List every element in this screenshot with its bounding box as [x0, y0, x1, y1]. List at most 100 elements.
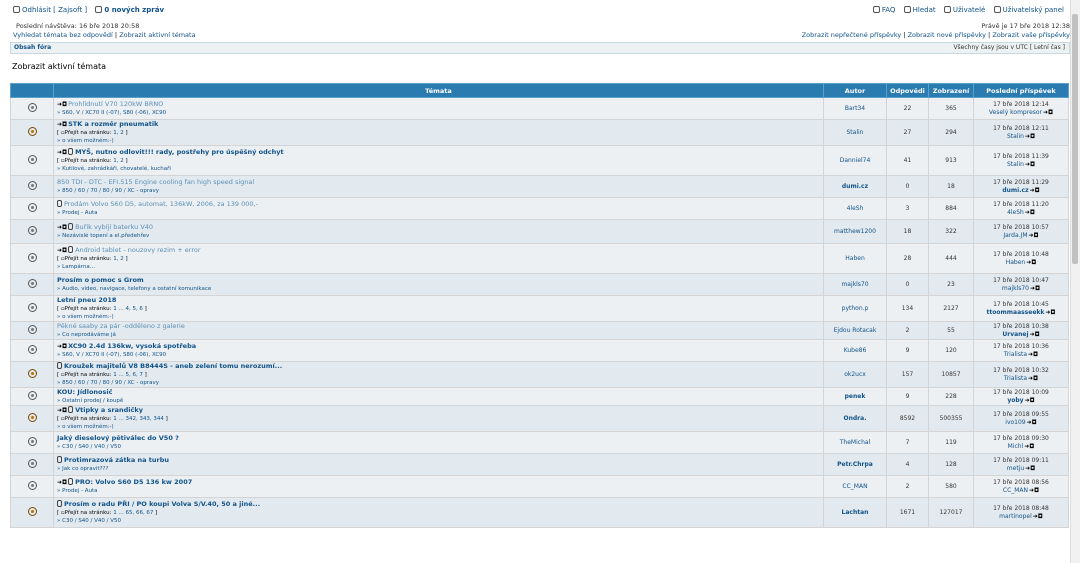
- forum-link[interactable]: » Audio, video, navigace, telefony a ost…: [57, 286, 211, 292]
- search-link[interactable]: Hledat: [903, 6, 936, 14]
- topic-author-link[interactable]: Haben: [823, 243, 887, 274]
- forum-link[interactable]: » Prodej - Auta: [57, 488, 98, 494]
- last-post-author-link[interactable]: yoby: [1007, 397, 1023, 404]
- topic-title-link[interactable]: Letní pneu 2018: [57, 297, 116, 305]
- go-to-newest-post-icon[interactable]: ➜◘: [57, 149, 67, 156]
- new-posts-link[interactable]: Zobrazit nové příspěvky: [908, 31, 986, 39]
- topic-author-link[interactable]: Kube86: [823, 339, 887, 362]
- topic-author-link[interactable]: Ejdou Rotacak: [823, 321, 887, 340]
- topic-title-link[interactable]: Prodám Volvo S60 D5, automat, 136kW, 200…: [64, 200, 258, 208]
- active-topics-link[interactable]: Zobrazit aktivní témata: [119, 31, 195, 39]
- forum-link[interactable]: » Co neprodáváme já: [57, 332, 116, 338]
- topic-title-link[interactable]: PRO: Volvo S60 D5 136 kw 2007: [75, 478, 192, 486]
- topic-title-link[interactable]: Vtipky a srandičky: [75, 407, 143, 415]
- view-latest-post-icon[interactable]: ➜◘: [1025, 133, 1035, 140]
- view-latest-post-icon[interactable]: ➜◘: [1029, 487, 1039, 494]
- last-post-author-link[interactable]: martinopel: [999, 513, 1032, 520]
- go-to-newest-post-icon[interactable]: ➜◘: [57, 407, 67, 414]
- last-post-author-link[interactable]: Michl: [1008, 443, 1024, 450]
- last-post-author-link[interactable]: Stalin: [1007, 133, 1024, 140]
- last-post-author-link[interactable]: dumi.cz: [1002, 187, 1028, 194]
- topic-title-link[interactable]: Prosím o radu PŘI / PO koupi Volva S/V.4…: [64, 500, 260, 508]
- last-post-author-link[interactable]: ivo109: [1005, 419, 1025, 426]
- view-latest-post-icon[interactable]: ➜◘: [1027, 419, 1037, 426]
- topic-title-link[interactable]: Android tablet - nouzovy rezim + error: [75, 246, 200, 254]
- topic-author-link[interactable]: Ondra.: [823, 405, 887, 432]
- pagination-links[interactable]: 1 ... 342, 343, 344: [113, 416, 164, 422]
- view-latest-post-icon[interactable]: ➜◘: [1025, 161, 1035, 168]
- topic-title-link[interactable]: Kroužek majitelů V8 B8444S - aneb zelení…: [64, 363, 282, 371]
- forum-link[interactable]: » o všem možném:-): [57, 314, 114, 320]
- topic-author-link[interactable]: Lachtan: [823, 497, 887, 528]
- topic-title-link[interactable]: Pěkné saaby za pár -odděleno z galerie: [57, 323, 185, 331]
- topic-author-link[interactable]: Bart34: [823, 97, 887, 120]
- view-latest-post-icon[interactable]: ➜◘: [1024, 443, 1034, 450]
- topic-title-link[interactable]: KOU: Jídlonosič: [57, 389, 112, 397]
- go-to-newest-post-icon[interactable]: ➜◘: [57, 101, 67, 108]
- view-latest-post-icon[interactable]: ➜◘: [1030, 285, 1040, 292]
- faq-link[interactable]: FAQ: [872, 6, 895, 14]
- forum-link[interactable]: » Kutilové, zahrádkáři, chovatelé, kucha…: [57, 166, 171, 172]
- view-latest-post-icon[interactable]: ➜◘: [1026, 259, 1036, 266]
- forum-link[interactable]: » 850 / 60 / 70 / 80 / 90 / XC - opravy: [57, 188, 159, 194]
- topic-author-link[interactable]: Petr.Chrpa: [823, 453, 887, 476]
- view-latest-post-icon[interactable]: ➜◘: [1043, 109, 1053, 116]
- view-latest-post-icon[interactable]: ➜◘: [1045, 309, 1055, 316]
- pagination-links[interactable]: 1, 2: [113, 256, 124, 262]
- go-to-newest-post-icon[interactable]: ➜◘: [57, 247, 67, 254]
- topic-author-link[interactable]: 4leSh: [823, 197, 887, 220]
- topic-author-link[interactable]: Stalin: [823, 119, 887, 146]
- topic-title-link[interactable]: Buřik vybíjí baterku V40: [75, 223, 153, 231]
- pagination-links[interactable]: 1, 2: [113, 130, 124, 136]
- forum-link[interactable]: » Ostatní prodej / koupě: [57, 398, 123, 404]
- members-link[interactable]: Uživatelé: [943, 6, 985, 14]
- topic-author-link[interactable]: majkls70: [823, 273, 887, 296]
- view-latest-post-icon[interactable]: ➜◘: [1028, 375, 1038, 382]
- view-latest-post-icon[interactable]: ➜◘: [1025, 397, 1035, 404]
- pagination-links[interactable]: 1 ... 4, 5, 6: [113, 306, 143, 312]
- topic-author-link[interactable]: Danniel74: [823, 145, 887, 176]
- topic-title-link[interactable]: Protimrazová zátka na turbu: [64, 456, 169, 464]
- your-posts-link[interactable]: Zobrazit vaše příspěvky: [992, 31, 1070, 39]
- topic-author-link[interactable]: CC_MAN: [823, 475, 887, 498]
- view-latest-post-icon[interactable]: ➜◘: [1025, 209, 1035, 216]
- user-panel-link[interactable]: Uživatelský panel: [993, 6, 1064, 14]
- view-latest-post-icon[interactable]: ➜◘: [1029, 232, 1039, 239]
- last-post-author-link[interactable]: Haben: [1006, 259, 1026, 266]
- view-latest-post-icon[interactable]: ➜◘: [1028, 351, 1038, 358]
- topic-title-link[interactable]: Jaký dieselový pětiválec do V50 ?: [57, 434, 179, 442]
- pagination-links[interactable]: 1 ... 5, 6, 7: [113, 372, 143, 378]
- pagination-links[interactable]: 1, 2: [113, 158, 124, 164]
- view-latest-post-icon[interactable]: ➜◘: [1030, 331, 1040, 338]
- last-post-author-link[interactable]: Jarda.JM: [1003, 232, 1027, 239]
- forum-link[interactable]: » 850 / 60 / 70 / 80 / 90 / XC - opravy: [57, 380, 159, 386]
- pagination-links[interactable]: 1 ... 65, 66, 67: [113, 510, 153, 516]
- topic-title-link[interactable]: 850 TDI - DTC - EFI.515 Engine cooling f…: [57, 178, 254, 186]
- scrollbar-thumb[interactable]: [1072, 14, 1078, 264]
- forum-link[interactable]: » Nezávislé topení a el.předehřev: [57, 233, 149, 239]
- forum-link[interactable]: » Lampárna...: [57, 264, 95, 270]
- view-latest-post-icon[interactable]: ➜◘: [1033, 513, 1043, 520]
- unanswered-topics-link[interactable]: Vyhledat témata bez odpovědí: [13, 31, 113, 39]
- last-post-author-link[interactable]: majkls70: [1002, 285, 1029, 292]
- topic-title-link[interactable]: STK a rozměr pneumatik: [68, 121, 158, 129]
- topic-author-link[interactable]: ok2ucx: [823, 361, 887, 388]
- forum-link[interactable]: » S60, V / XC70 II (-07), S80 (-06), XC9…: [57, 110, 166, 116]
- last-post-author-link[interactable]: Trialista: [1004, 375, 1027, 382]
- forum-link[interactable]: » Prodej - Auta: [57, 210, 98, 216]
- last-post-author-link[interactable]: CC_MAN: [1003, 487, 1028, 494]
- last-post-author-link[interactable]: Trialista: [1004, 351, 1027, 358]
- topic-title-link[interactable]: XC90 2.4d 136kw, vysoká spotřeba: [68, 342, 196, 350]
- private-messages-link[interactable]: 0 nových zpráv: [95, 6, 164, 14]
- forum-link[interactable]: » o všem možném:-): [57, 424, 114, 430]
- go-to-newest-post-icon[interactable]: ➜◘: [57, 479, 67, 486]
- forum-link[interactable]: » C30 / S40 / V40 / V50: [57, 518, 121, 524]
- view-latest-post-icon[interactable]: ➜◘: [1030, 187, 1040, 194]
- topic-author-link[interactable]: python.p: [823, 295, 887, 322]
- topic-title-link[interactable]: Prohlídnutí V70 120kW BRNO: [68, 100, 163, 108]
- last-post-author-link[interactable]: metju: [1007, 465, 1024, 472]
- last-post-author-link[interactable]: Stalin: [1007, 161, 1024, 168]
- view-latest-post-icon[interactable]: ➜◘: [1025, 465, 1035, 472]
- topic-title-link[interactable]: MYŠ, nutno odlovit!!! rady, postřehy pro…: [75, 148, 283, 156]
- topic-title-link[interactable]: Prosím o pomoc s Grom: [57, 276, 144, 284]
